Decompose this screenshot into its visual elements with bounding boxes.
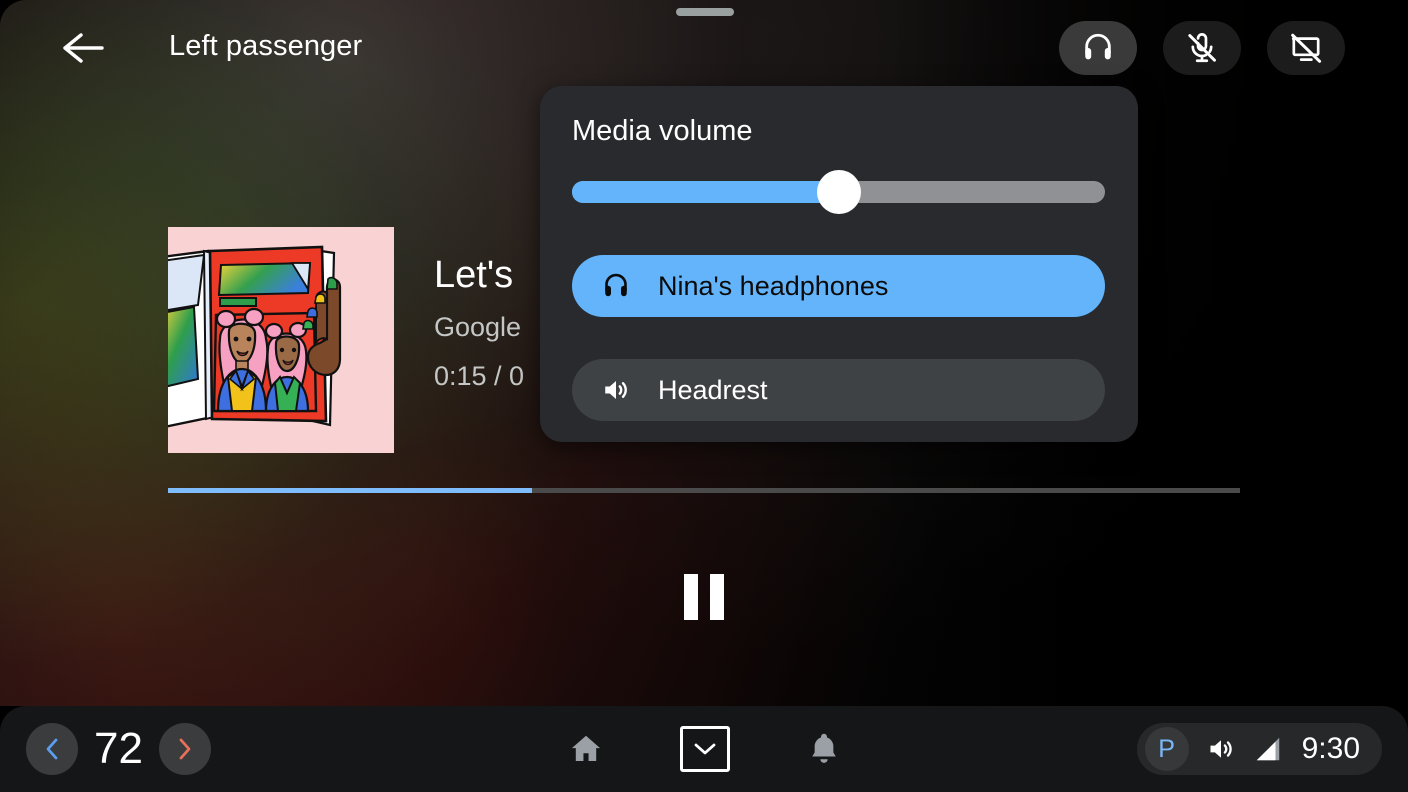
media-volume-panel: Media volume Nina's headphones Headrest (540, 86, 1138, 442)
pause-icon-bar-right (710, 574, 724, 620)
home-icon (571, 735, 601, 761)
playback-progress-fill (168, 488, 533, 493)
drag-handle[interactable] (676, 8, 734, 16)
headphones-button[interactable] (1059, 21, 1137, 75)
device-option-label: Headrest (658, 374, 768, 405)
slider-fill (572, 181, 839, 203)
volume-up-icon[interactable] (1206, 734, 1236, 764)
mic-off-icon (1188, 33, 1216, 63)
media-volume-title: Media volume (572, 115, 753, 147)
car-media-screen: Let's Google 0:15 / 0 Left passenger Med… (0, 0, 1408, 792)
clock: 9:30 (1301, 732, 1360, 765)
temperature-increase-button[interactable] (158, 723, 211, 775)
temperature-value: 72 (94, 724, 143, 773)
mic-off-button[interactable] (1163, 21, 1241, 75)
screen-off-button[interactable] (1267, 21, 1345, 75)
screen-off-icon (1291, 33, 1322, 63)
navigation-cluster (560, 723, 850, 775)
headphones-icon (1085, 33, 1111, 60)
temperature-decrease-button[interactable] (26, 723, 78, 775)
arrow-left-icon (63, 33, 104, 63)
pause-icon-bar-left (684, 574, 698, 620)
chevron-right-icon (179, 738, 191, 760)
chevron-down-icon (694, 743, 716, 755)
status-tray[interactable]: P 9:30 (1136, 723, 1382, 775)
gear-indicator: P (1144, 727, 1189, 771)
page-title: Left passenger (169, 30, 363, 62)
headphones-icon (601, 271, 631, 301)
device-option-label: Nina's headphones (658, 270, 889, 301)
media-volume-slider[interactable] (572, 170, 1105, 214)
system-bar: 72 P 9:30 (0, 706, 1408, 792)
album-art[interactable] (168, 227, 394, 453)
notifications-button[interactable] (798, 723, 850, 775)
back-button[interactable] (56, 26, 110, 70)
home-button[interactable] (560, 723, 612, 775)
chevron-left-icon (46, 738, 58, 760)
device-option-nina-headphones[interactable]: Nina's headphones (572, 255, 1105, 317)
bell-icon (812, 733, 836, 763)
playback-progress-bar[interactable] (168, 488, 1240, 493)
signal-bars-icon (1253, 734, 1283, 764)
temperature-control: 72 (26, 723, 211, 775)
pause-button[interactable] (672, 565, 736, 629)
speaker-icon (601, 375, 631, 405)
device-option-headrest[interactable]: Headrest (572, 359, 1105, 421)
apps-expand-button[interactable] (680, 726, 730, 772)
slider-thumb[interactable] (816, 170, 861, 214)
